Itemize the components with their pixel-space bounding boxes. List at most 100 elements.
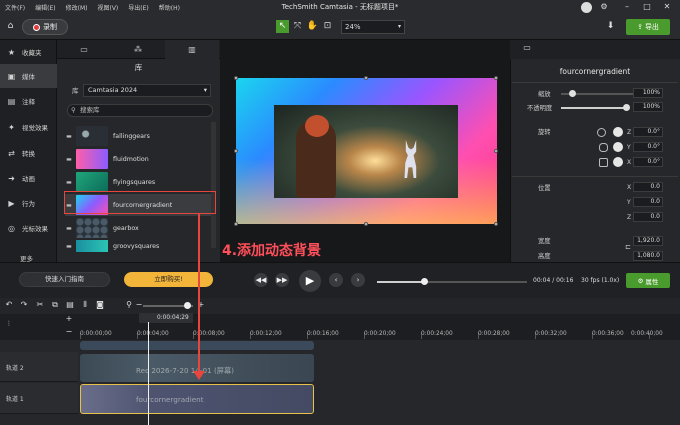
paste-icon[interactable]: ▤ — [65, 300, 75, 310]
user-avatar-icon[interactable] — [581, 2, 592, 13]
zoom-select[interactable]: 24% ▾ — [341, 20, 405, 34]
opacity-slider-knob[interactable] — [623, 104, 630, 111]
select-tool-icon[interactable]: ↖ — [276, 20, 289, 33]
settings-gear-icon[interactable]: ⚙ — [598, 1, 610, 12]
sidebar-item-behaviors[interactable]: ▶ 行为 — [0, 191, 57, 215]
list-item[interactable]: ▬ fluidmotion — [65, 148, 215, 170]
collapse-track-icon[interactable]: − — [64, 327, 74, 337]
track-header[interactable]: 轨道 1 — [0, 383, 78, 414]
cut-icon[interactable]: ✂ — [35, 300, 45, 310]
export-button[interactable]: ⇪ 导出 — [626, 19, 670, 35]
rotation-dial[interactable] — [613, 157, 623, 167]
home-icon[interactable]: ⌂ — [4, 20, 17, 33]
tab-library-icon[interactable]: ▥ — [165, 40, 219, 59]
properties-button[interactable]: ⚙ 属性 — [626, 273, 670, 288]
rotation-x-value[interactable]: 0.0° — [633, 157, 663, 167]
split-icon[interactable]: ⫴ — [80, 300, 90, 310]
scale-value[interactable]: 100% — [633, 88, 663, 98]
rotation-z-value[interactable]: 0.0° — [633, 127, 663, 137]
link-dimensions-icon[interactable]: ⊏ — [625, 243, 631, 251]
position-z-value[interactable]: 0.0 — [633, 212, 663, 222]
add-track-icon[interactable]: + — [64, 314, 74, 324]
menu-file[interactable]: 文件(F) — [0, 3, 30, 12]
sidebar-item-animations[interactable]: ➜ 动画 — [0, 166, 57, 190]
properties-title: fourcornergradient — [559, 67, 631, 76]
track-header[interactable]: 轨道 2 — [0, 352, 78, 382]
resize-handle[interactable] — [494, 76, 498, 80]
list-item[interactable]: ▬ fallinggears — [65, 125, 215, 147]
resize-handle[interactable] — [234, 149, 238, 153]
menu-help[interactable]: 帮助(H) — [154, 3, 185, 12]
step-back-icon[interactable]: ◀◀ — [254, 273, 268, 287]
sidebar-item-visual-effects[interactable]: ✦ 视觉效果 — [0, 115, 57, 139]
pan-tool-icon[interactable]: ✋ — [306, 20, 319, 33]
library-select[interactable]: Camtasia 2024 ▾ — [83, 84, 211, 97]
sidebar-item-annotations[interactable]: ▤ 注释 — [0, 89, 57, 113]
edit-tool-icon[interactable]: ⤧ — [291, 20, 304, 33]
list-item[interactable]: ▬ gearbox — [65, 217, 215, 239]
scrub-knob[interactable] — [421, 278, 428, 285]
menu-edit[interactable]: 编辑(E) — [30, 3, 60, 12]
step-forward-icon[interactable]: ▶▶ — [275, 273, 289, 287]
download-icon[interactable]: ⬇ — [604, 20, 617, 33]
position-y-value[interactable]: 0.0 — [633, 197, 663, 207]
copy-icon[interactable]: ⧉ — [50, 300, 60, 310]
previous-frame-icon[interactable]: ‹ — [329, 273, 343, 287]
resize-handle[interactable] — [234, 222, 238, 226]
tab-shapes-icon[interactable]: ⁂ — [111, 40, 165, 59]
rotation-dial[interactable] — [613, 142, 623, 152]
sidebar-item-label: 行为 — [22, 200, 35, 208]
minimize-icon[interactable]: – — [621, 1, 633, 12]
snapshot-icon[interactable]: ◙ — [95, 300, 105, 310]
timeline-zoom-knob[interactable] — [184, 302, 191, 309]
rotation-y-value[interactable]: 0.0° — [633, 142, 663, 152]
sidebar-item-media[interactable]: ▣ 媒体 — [0, 64, 57, 88]
zoom-icon[interactable]: ⚲ — [124, 300, 134, 310]
axis-label: Z — [627, 214, 632, 221]
library-search-input[interactable]: ⚲ 搜索库 — [67, 104, 213, 117]
sidebar-item-transitions[interactable]: ⇄ 转换 — [0, 141, 57, 165]
crop-tool-icon[interactable]: ⊡ — [321, 20, 334, 33]
resize-handle[interactable] — [364, 222, 368, 226]
height-value[interactable]: 1,080.0 — [633, 251, 663, 261]
library-scrollbar[interactable] — [211, 122, 216, 248]
play-icon[interactable]: ▶ — [299, 270, 321, 292]
playhead-line[interactable] — [148, 322, 149, 425]
position-label: 位置 — [538, 185, 551, 192]
list-item[interactable]: ▬ groovysquares — [65, 240, 215, 252]
menu-modify[interactable]: 修改(M) — [61, 3, 93, 12]
width-value[interactable]: 1,920.0 — [633, 236, 663, 246]
tick-label: 0:00:12;00 — [250, 331, 282, 337]
sidebar-item-cursor-effects[interactable]: ◎ 光标效果 — [0, 216, 57, 240]
tab-media-bin-icon[interactable]: ▭ — [57, 40, 111, 59]
track-name: 轨道 1 — [6, 396, 24, 403]
resize-handle[interactable] — [494, 222, 498, 226]
position-x-value[interactable]: 0.0 — [633, 182, 663, 192]
tick-label: 0:00:28;00 — [478, 331, 510, 337]
resize-handle[interactable] — [494, 149, 498, 153]
axis-label: Y — [627, 199, 631, 206]
opacity-value[interactable]: 100% — [633, 102, 663, 112]
menu-export[interactable]: 导出(E) — [123, 3, 153, 12]
audio-clip-strip[interactable] — [80, 341, 314, 350]
magnet-icon[interactable]: ⋮ — [4, 319, 14, 329]
tick-label: 0:00:20;00 — [364, 331, 396, 337]
resize-handle[interactable] — [364, 76, 368, 80]
undo-icon[interactable]: ↶ — [4, 300, 14, 310]
maximize-icon[interactable]: □ — [641, 1, 653, 12]
quick-start-guide-button[interactable]: 快速入门指南 — [19, 272, 110, 287]
rotation-dial[interactable] — [613, 127, 623, 137]
sidebar-item-favorites[interactable]: ★ 收藏夹 — [0, 40, 57, 64]
redo-icon[interactable]: ↷ — [19, 300, 29, 310]
list-item[interactable]: ▬ flyingsquares — [65, 171, 215, 193]
next-frame-icon[interactable]: › — [351, 273, 365, 287]
menu-view[interactable]: 视图(V) — [92, 3, 123, 12]
resize-handle[interactable] — [234, 76, 238, 80]
star-icon: ★ — [7, 47, 16, 57]
record-button[interactable]: 录制 — [22, 19, 68, 35]
opacity-slider[interactable] — [561, 107, 627, 109]
scale-slider-knob[interactable] — [569, 90, 576, 97]
close-icon[interactable]: ✕ — [661, 1, 673, 12]
rotate-y-icon — [599, 143, 608, 152]
tab-video-properties-icon[interactable]: ▭ — [516, 43, 538, 56]
